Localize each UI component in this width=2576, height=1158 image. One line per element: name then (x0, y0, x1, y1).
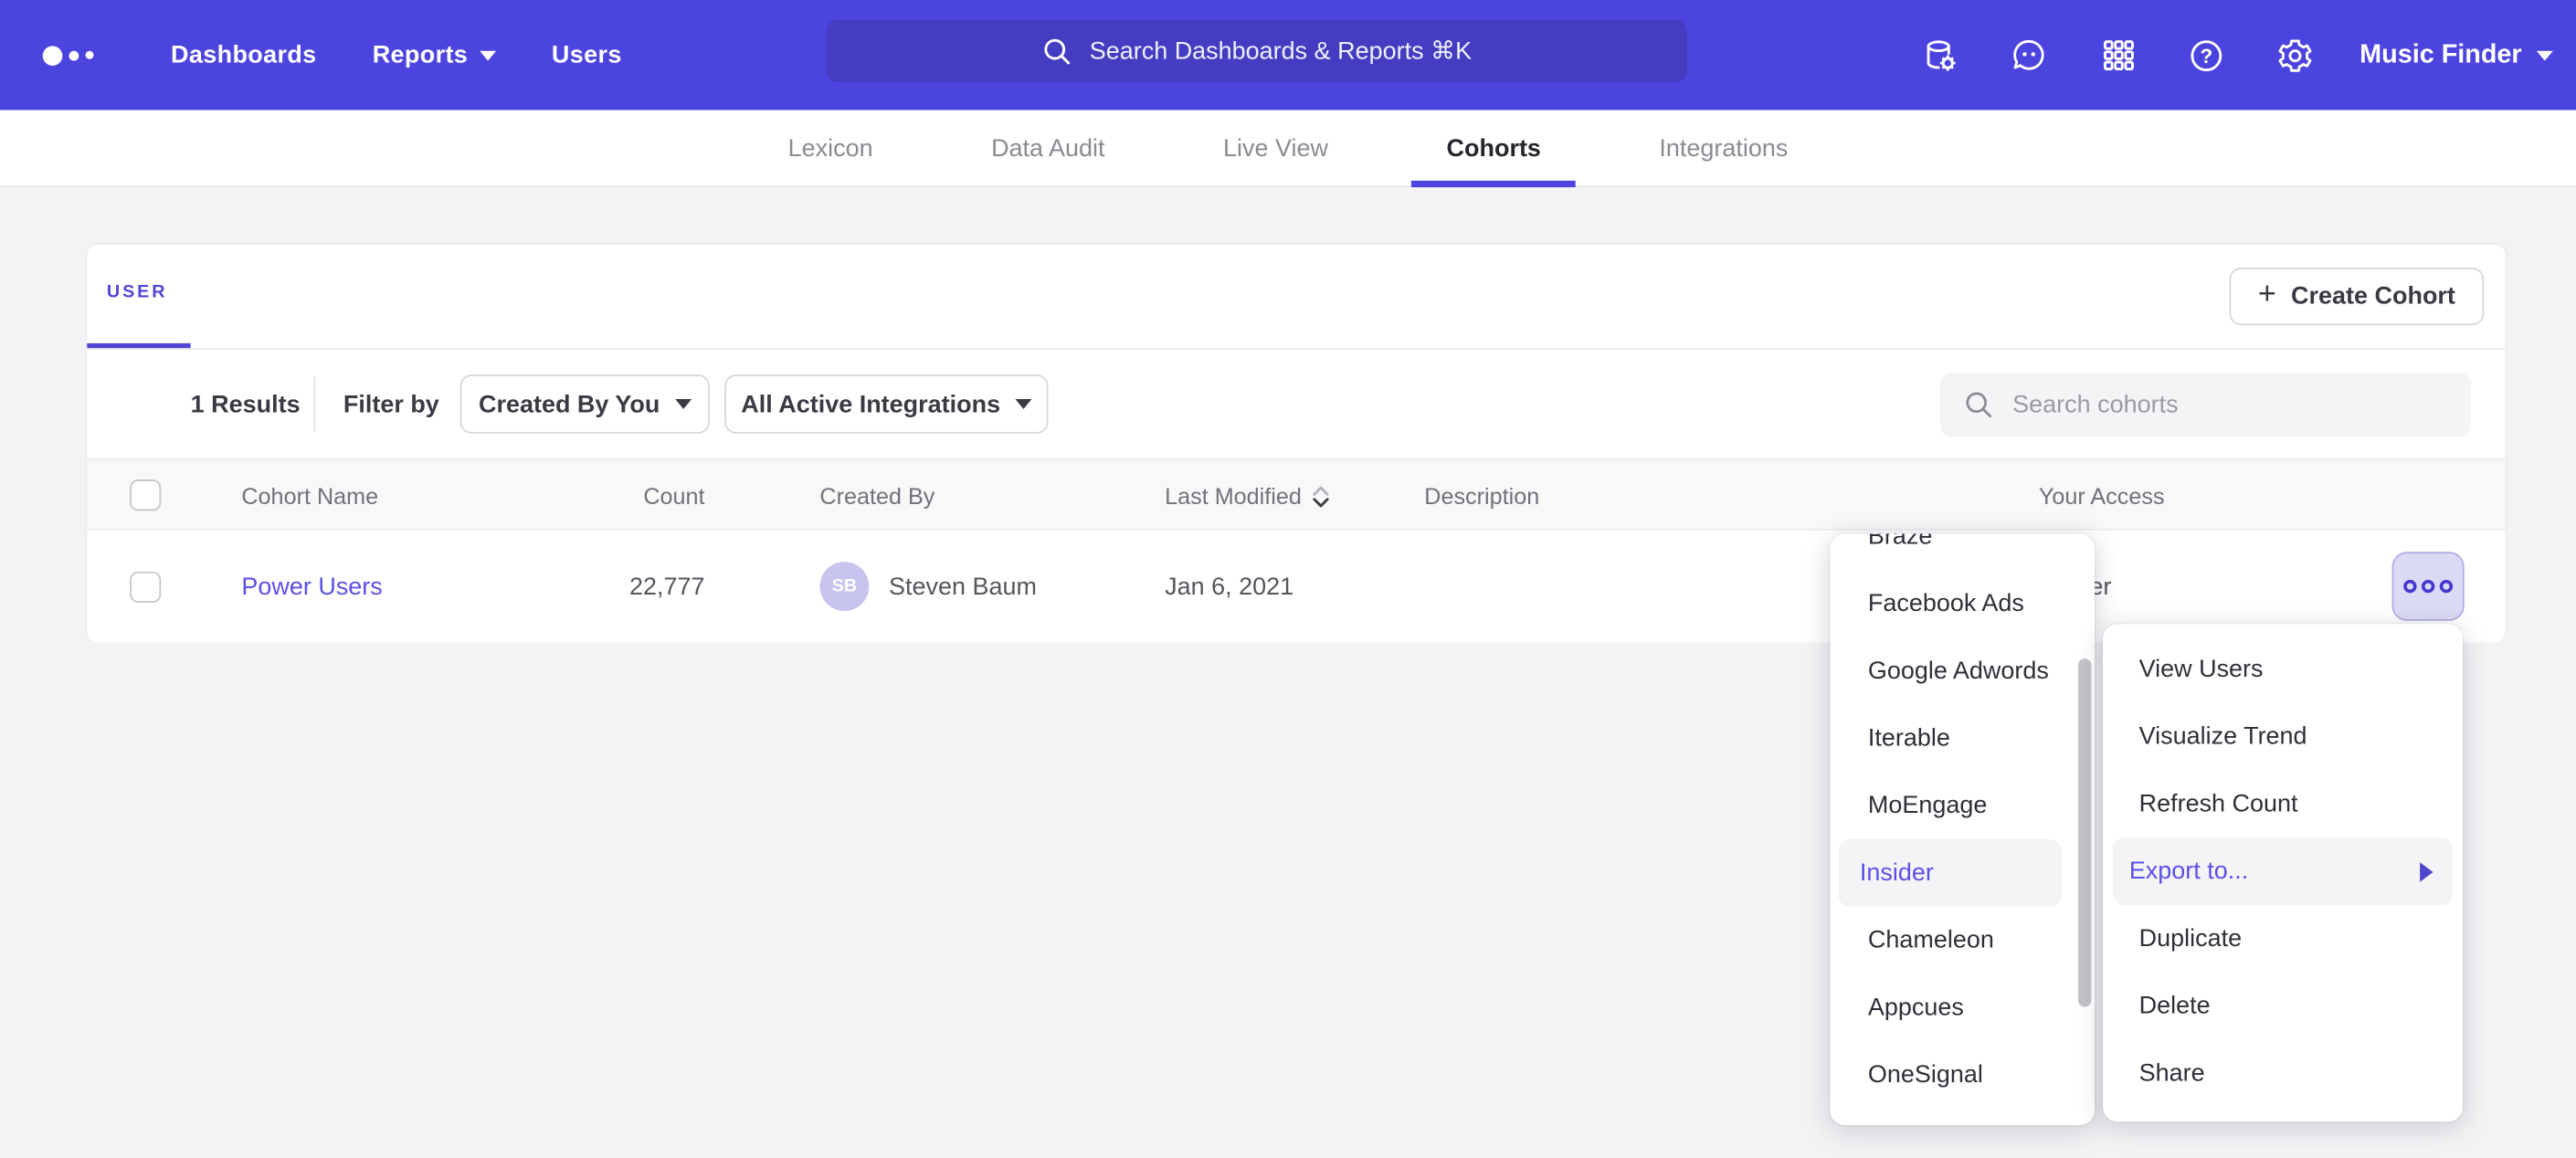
menu-item-google-adwords[interactable]: Google Adwords (1838, 637, 2062, 705)
select-all-checkbox[interactable] (130, 479, 161, 511)
nav-reports-label: Reports (373, 41, 468, 69)
create-cohort-button[interactable]: + Create Cohort (2230, 268, 2485, 325)
last-modified-cell: Jan 6, 2021 (1165, 531, 1293, 642)
col-header-last-modified[interactable]: Last Modified (1165, 460, 1329, 532)
divider (314, 376, 316, 432)
created-by-filter-dropdown[interactable]: Created By You (460, 374, 710, 434)
sort-icon (1313, 485, 1329, 506)
row-actions-button[interactable] (2392, 552, 2465, 621)
data-management-icon[interactable] (1909, 24, 1971, 86)
menu-item-moengage[interactable]: MoEngage (1838, 772, 2062, 839)
nav-users[interactable]: Users (552, 41, 622, 69)
tab-integrations[interactable]: Integrations (1642, 110, 1804, 187)
chevron-down-icon (675, 399, 692, 409)
cohort-search-input[interactable] (2012, 391, 2440, 419)
count-cell: 22,777 (524, 531, 705, 642)
logo-dot-icon (43, 45, 63, 65)
tab-live-view[interactable]: Live View (1207, 110, 1345, 187)
filter-by-label: Filter by (343, 391, 439, 419)
app-logo[interactable] (43, 45, 115, 65)
menu-item-delete[interactable]: Delete (2113, 973, 2453, 1040)
search-icon (1042, 36, 1073, 67)
tab-label: Data Audit (991, 134, 1104, 163)
nav-reports[interactable]: Reports (373, 41, 496, 69)
menu-item-refresh-count[interactable]: Refresh Count (2113, 770, 2453, 837)
menu-item-view-users[interactable]: View Users (2113, 636, 2453, 703)
ellipsis-icon (2440, 580, 2453, 593)
global-search-button[interactable]: Search Dashboards & Reports ⌘K (827, 20, 1687, 82)
col-header-created-by: Created By (819, 460, 934, 532)
project-name: Music Finder (2360, 40, 2521, 69)
row-checkbox[interactable] (130, 572, 161, 603)
divider (87, 348, 2505, 350)
menu-item-iterable[interactable]: Iterable (1838, 705, 2062, 773)
col-header-count: Count (524, 460, 705, 532)
created-by-filter-value: Created By You (479, 390, 660, 418)
menu-item-braze[interactable]: Braze (1838, 534, 2062, 571)
chevron-down-icon (1015, 399, 1031, 409)
menu-item-insider[interactable]: Insider (1838, 839, 2062, 907)
feedback-icon[interactable] (1999, 24, 2061, 86)
ellipsis-icon (2422, 580, 2434, 593)
global-search-placeholder: Search Dashboards & Reports ⌘K (1090, 37, 1472, 66)
cohort-name-link[interactable]: Power Users (241, 573, 382, 601)
nav-dashboards[interactable]: Dashboards (171, 41, 317, 69)
created-by-cell: SB Steven Baum (819, 531, 1037, 642)
scrollbar[interactable] (2076, 541, 2091, 1119)
active-tab-underline (1411, 180, 1576, 186)
created-by-name: Steven Baum (889, 573, 1037, 601)
tab-label: Integrations (1659, 134, 1788, 163)
menu-item-share[interactable]: Share (2113, 1039, 2453, 1107)
screen: Dashboards Reports Users Search Dashboar… (0, 0, 2576, 1158)
export-destinations-menu: Braze Facebook Ads Google Adwords Iterab… (1830, 534, 2095, 1125)
user-type-tab[interactable]: USER (107, 282, 167, 302)
col-header-description: Description (1424, 460, 1539, 532)
top-navbar: Dashboards Reports Users Search Dashboar… (0, 0, 2576, 110)
tab-cohorts[interactable]: Cohorts (1431, 110, 1557, 187)
menu-item-facebook-ads[interactable]: Facebook Ads (1838, 570, 2062, 637)
project-switcher[interactable]: Music Finder (2360, 40, 2553, 69)
menu-item-visualize-trend[interactable]: Visualize Trend (2113, 703, 2453, 771)
submenu-arrow-icon (2420, 861, 2433, 881)
tab-label: Lexicon (788, 134, 873, 163)
results-count: 1 Results (191, 391, 301, 419)
menu-item-appcues[interactable]: Appcues (1838, 974, 2062, 1041)
menu-item-duplicate[interactable]: Duplicate (2113, 905, 2453, 973)
tab-lexicon[interactable]: Lexicon (772, 110, 890, 187)
row-context-menu: View Users Visualize Trend Refresh Count… (2103, 624, 2463, 1121)
table-header: Cohort Name Count Created By Last Modifi… (87, 458, 2505, 531)
cohort-name-cell: Power Users (241, 531, 382, 642)
apps-grid-icon[interactable] (2087, 24, 2149, 86)
nav-users-label: Users (552, 41, 622, 69)
section-tabs: Lexicon Data Audit Live View Cohorts Int… (0, 110, 2576, 187)
cohorts-card: USER + Create Cohort 1 Results Filter by… (86, 243, 2507, 640)
navbar-actions: ? Music Finder (1909, 0, 2552, 110)
chevron-down-icon (2537, 50, 2553, 60)
menu-item-export-to[interactable]: Export to... (2113, 837, 2453, 905)
nav-dashboards-label: Dashboards (171, 41, 317, 69)
integrations-filter-value: All Active Integrations (741, 390, 1000, 418)
chevron-down-icon (480, 50, 496, 60)
logo-dot-icon (86, 51, 94, 59)
ellipsis-icon (2403, 580, 2416, 593)
tab-label: Cohorts (1447, 134, 1541, 163)
col-header-your-access: Your Access (2039, 460, 2165, 532)
help-icon[interactable]: ? (2176, 24, 2238, 86)
svg-text:?: ? (2201, 44, 2213, 67)
cohort-search-box[interactable] (1940, 373, 2471, 437)
integrations-filter-dropdown[interactable]: All Active Integrations (724, 374, 1048, 434)
avatar: SB (819, 562, 869, 611)
logo-dot-icon (69, 50, 79, 60)
scrollbar-thumb[interactable] (2078, 658, 2091, 1006)
tab-label: Live View (1223, 134, 1328, 163)
tab-data-audit[interactable]: Data Audit (975, 110, 1121, 187)
plus-icon: + (2258, 279, 2276, 311)
menu-item-chameleon[interactable]: Chameleon (1838, 907, 2062, 974)
col-header-cohort-name: Cohort Name (241, 460, 378, 532)
menu-item-onesignal[interactable]: OneSignal (1838, 1041, 2062, 1109)
create-cohort-label: Create Cohort (2291, 282, 2455, 311)
settings-icon[interactable] (2265, 24, 2327, 86)
search-icon (1963, 389, 1994, 420)
